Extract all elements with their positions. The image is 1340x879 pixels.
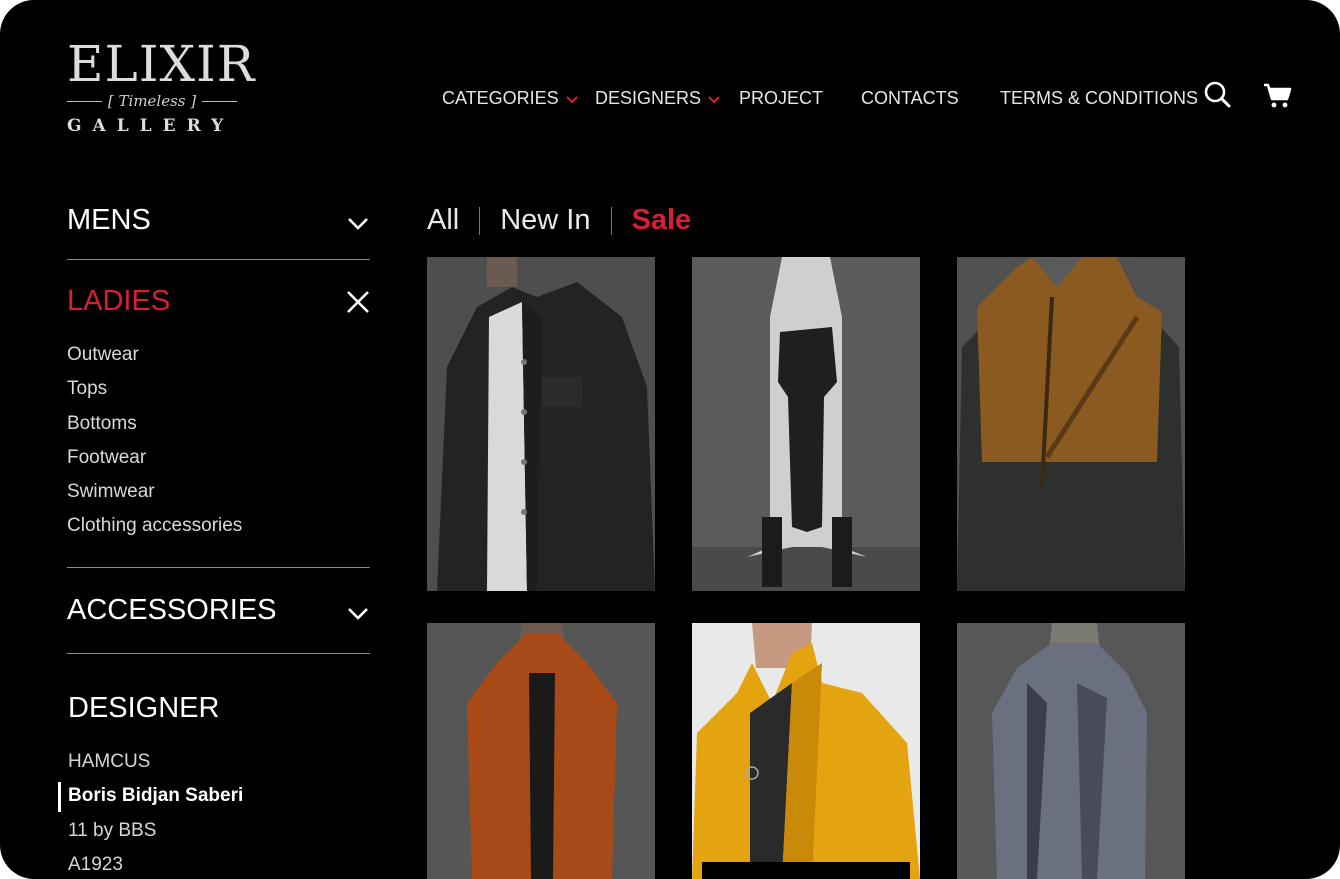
designer-hamcus[interactable]: HAMCUS xyxy=(68,750,243,784)
nav-label: PROJECT xyxy=(739,88,824,108)
subcategory-footwear[interactable]: Footwear xyxy=(67,446,242,480)
logo-title: ELIXIR xyxy=(67,35,256,93)
subcategory-bottoms[interactable]: Bottoms xyxy=(67,412,242,446)
tab-sale[interactable]: Sale xyxy=(632,204,692,237)
product-image-black-denim-jacket xyxy=(427,257,655,591)
product-card[interactable] xyxy=(692,623,920,879)
product-image-orange-long-coat xyxy=(427,623,655,879)
designer-11-by-bbs[interactable]: 11 by BBS xyxy=(68,819,243,853)
chevron-down-icon xyxy=(708,95,720,103)
logo-rule xyxy=(202,100,238,102)
nav-terms[interactable]: TERMS & CONDITIONS xyxy=(1000,88,1198,109)
subcategory-outwear[interactable]: Outwear xyxy=(67,343,242,377)
nav-project[interactable]: PROJECT xyxy=(739,88,823,109)
product-image-grey-dyed-long-coat xyxy=(957,623,1185,879)
chevron-down-icon xyxy=(565,95,578,103)
cart-icon[interactable] xyxy=(1262,80,1292,110)
divider xyxy=(67,653,370,654)
nav-label: DESIGNERS xyxy=(595,88,702,108)
logo-rule xyxy=(67,100,102,102)
subcategory-clothing-accessories[interactable]: Clothing accessories xyxy=(67,514,242,548)
chevron-down-icon[interactable] xyxy=(344,210,372,238)
nav-categories[interactable]: CATEGORIES xyxy=(442,88,579,109)
nav-label: CATEGORIES xyxy=(442,88,559,108)
app-frame: ELIXIR [ Timeless ] GALLERY CATEGORIES D… xyxy=(0,0,1340,879)
ladies-subcategory-list: Outwear Tops Bottoms Footwear Swimwear C… xyxy=(67,343,242,549)
product-card[interactable] xyxy=(427,257,655,591)
divider xyxy=(67,259,370,260)
designer-a1923[interactable]: A1923 xyxy=(68,853,243,879)
sidebar-accessories[interactable]: ACCESSORIES xyxy=(67,594,277,627)
nav-contacts[interactable]: CONTACTS xyxy=(861,88,959,109)
filter-tabs: All New In Sale xyxy=(427,204,691,237)
logo-tagline-row: [ Timeless ] xyxy=(67,92,238,110)
nav-label: CONTACTS xyxy=(861,88,959,108)
tab-all[interactable]: All xyxy=(427,204,459,237)
logo[interactable]: ELIXIR [ Timeless ] GALLERY xyxy=(67,35,256,136)
tab-separator xyxy=(479,206,481,235)
product-label-bar xyxy=(702,862,910,879)
sidebar-ladies[interactable]: LADIES xyxy=(67,285,170,318)
sidebar-designer-heading: DESIGNER xyxy=(68,692,220,724)
product-card[interactable] xyxy=(427,623,655,879)
product-card[interactable] xyxy=(957,623,1185,879)
tab-separator xyxy=(610,206,612,235)
nav-label: TERMS & CONDITIONS xyxy=(1000,88,1199,108)
product-image-yellow-leather-jacket xyxy=(692,623,920,879)
search-icon[interactable] xyxy=(1203,80,1233,110)
sidebar-mens[interactable]: MENS xyxy=(67,204,151,237)
product-card[interactable] xyxy=(692,257,920,591)
close-icon[interactable] xyxy=(344,288,372,316)
tab-new-in[interactable]: New In xyxy=(500,204,590,237)
product-card[interactable] xyxy=(957,257,1185,591)
product-image-orange-vest-knit-jacket xyxy=(957,257,1185,591)
product-image-white-fist-print-coat xyxy=(692,257,920,591)
nav-designers[interactable]: DESIGNERS xyxy=(595,88,721,109)
logo-tagline: Timeless xyxy=(118,92,186,110)
divider xyxy=(67,567,370,568)
logo-subtitle: GALLERY xyxy=(67,116,235,136)
designer-list: HAMCUS Boris Bidjan Saberi 11 by BBS A19… xyxy=(57,750,243,879)
subcategory-tops[interactable]: Tops xyxy=(67,377,242,411)
subcategory-swimwear[interactable]: Swimwear xyxy=(67,480,242,514)
designer-boris-bidjan-saberi[interactable]: Boris Bidjan Saberi xyxy=(57,782,243,818)
chevron-down-icon[interactable] xyxy=(344,600,372,628)
